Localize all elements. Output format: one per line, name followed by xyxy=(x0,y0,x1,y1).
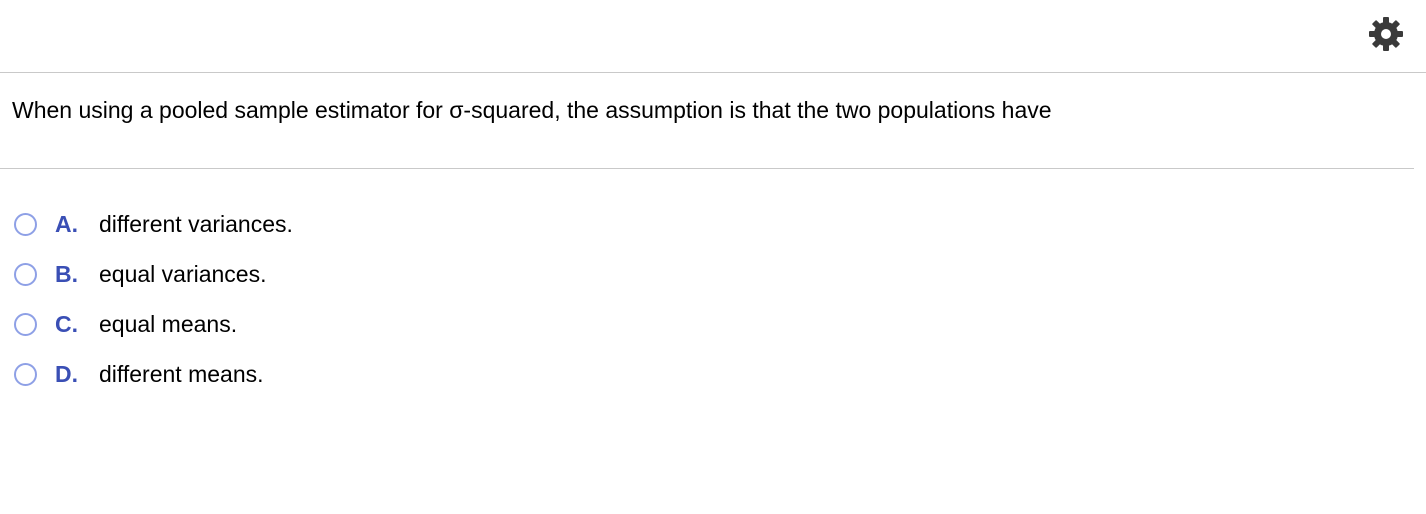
option-d[interactable]: D. different means. xyxy=(14,349,293,399)
option-a[interactable]: A. different variances. xyxy=(14,199,293,249)
option-text: equal variances. xyxy=(99,260,267,287)
option-b[interactable]: B. equal variances. xyxy=(14,249,293,299)
option-letter: D. xyxy=(55,360,78,387)
radio-button[interactable] xyxy=(14,262,37,286)
radio-button[interactable] xyxy=(14,362,37,386)
radio-button[interactable] xyxy=(14,312,37,336)
settings-button[interactable] xyxy=(1366,14,1406,54)
option-letter: C. xyxy=(55,310,78,337)
gear-icon xyxy=(1369,17,1403,51)
option-text: different variances. xyxy=(99,210,293,237)
answer-options: A. different variances. B. equal varianc… xyxy=(14,199,293,399)
option-letter: B. xyxy=(55,260,78,287)
option-text: equal means. xyxy=(99,310,238,337)
question-text: When using a pooled sample estimator for… xyxy=(12,97,1052,123)
top-bar xyxy=(0,0,1426,72)
option-letter: A. xyxy=(55,210,78,237)
option-c[interactable]: C. equal means. xyxy=(14,299,293,349)
header-divider xyxy=(0,72,1426,73)
radio-button[interactable] xyxy=(14,212,37,236)
question-divider xyxy=(0,168,1414,169)
option-text: different means. xyxy=(99,360,264,387)
